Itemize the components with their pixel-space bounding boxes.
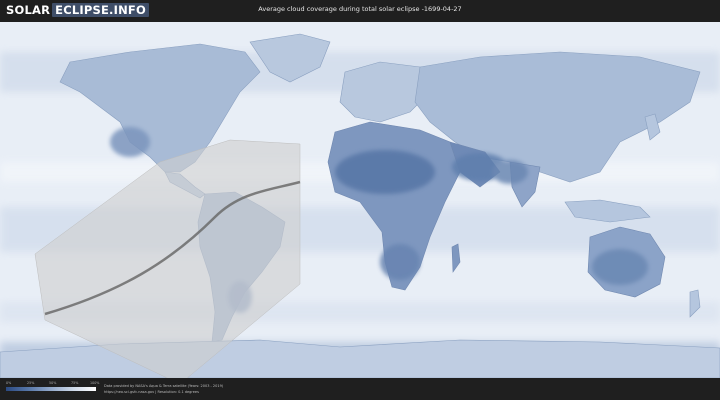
legend-tick-25: 25% [27,381,35,385]
header-bar: SOLAR ECLIPSE.INFO Average cloud coverag… [0,0,720,22]
page-title: Average cloud coverage during total sola… [258,5,462,13]
legend-tick-75: 75% [71,381,79,385]
legend-tick-50: 50% [49,381,57,385]
world-map-svg [0,22,720,378]
cloud-coverage-map [0,22,720,378]
legend-tick-0: 0% [6,381,12,385]
cloud-coverage-legend-bar [6,387,96,391]
footer-bar: 0% 25% 50% 75% 100% Data provided by NAS… [0,378,720,400]
data-credits: Data provided by NASA's Aqua & Terra sat… [104,383,223,395]
credit-line-2: https://neo.sci.gsfc.nasa.gov | Resoluti… [104,390,199,394]
legend-tick-100: 100% [90,381,100,385]
